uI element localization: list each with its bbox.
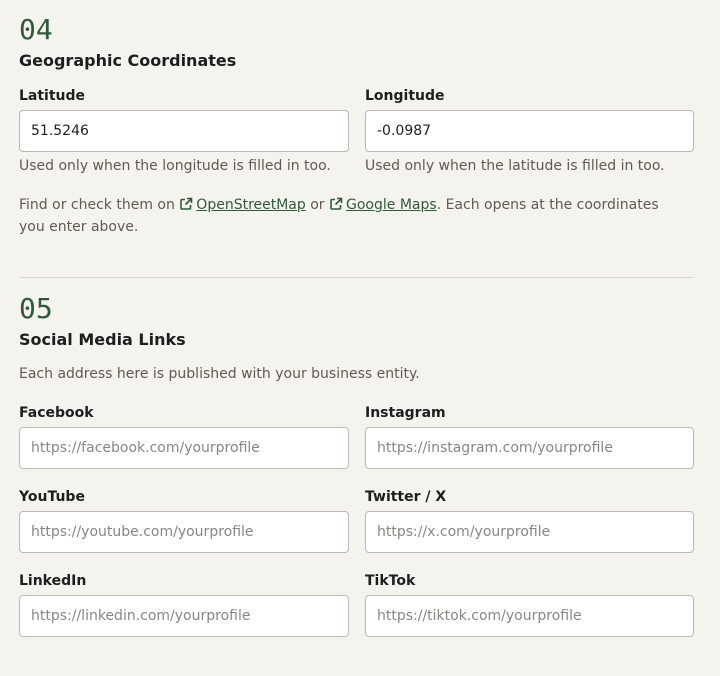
instagram-label: Instagram (365, 405, 446, 421)
instagram-field: Instagram (365, 403, 694, 469)
social-section: 05 Social Media Links (19, 293, 694, 351)
section-number: 04 (19, 13, 53, 46)
external-link-icon (330, 197, 343, 210)
linkedin-input[interactable] (19, 595, 349, 637)
longitude-label: Longitude (365, 88, 445, 104)
map-finder-text: Find or check them on OpenStreetMap or G… (19, 194, 694, 238)
latitude-label: Latitude (19, 88, 86, 104)
finder-line2: you enter above. (19, 219, 139, 235)
youtube-input[interactable] (19, 511, 349, 553)
twitter-label: Twitter / X (365, 489, 447, 505)
section-title: Social Media Links (19, 330, 186, 349)
linkedin-label: LinkedIn (19, 573, 87, 589)
google-maps-link-label: Google Maps (346, 197, 437, 213)
facebook-label: Facebook (19, 405, 94, 421)
section-number: 05 (19, 292, 53, 325)
longitude-input[interactable] (365, 110, 694, 152)
tiktok-input[interactable] (365, 595, 694, 637)
coordinates-section: 04 Geographic Coordinates (19, 14, 694, 72)
longitude-help: Used only when the latitude is filled in… (365, 158, 665, 174)
youtube-label: YouTube (19, 489, 85, 505)
openstreetmap-link-label: OpenStreetMap (196, 197, 306, 213)
twitter-input[interactable] (365, 511, 694, 553)
facebook-input[interactable] (19, 427, 349, 469)
tiktok-field: TikTok (365, 571, 694, 637)
external-link-icon (180, 197, 193, 210)
section-divider (19, 277, 694, 278)
youtube-field: YouTube (19, 487, 349, 553)
longitude-field: Longitude Used only when the latitude is… (365, 86, 694, 176)
finder-prefix: Find or check them on (19, 197, 180, 213)
section-title: Geographic Coordinates (19, 51, 237, 70)
google-maps-link[interactable]: Google Maps (329, 197, 437, 213)
latitude-help: Used only when the longitude is filled i… (19, 158, 331, 174)
tiktok-label: TikTok (365, 573, 416, 589)
social-description: Each address here is published with your… (19, 366, 420, 382)
openstreetmap-link[interactable]: OpenStreetMap (179, 197, 306, 213)
twitter-field: Twitter / X (365, 487, 694, 553)
latitude-input[interactable] (19, 110, 349, 152)
finder-suffix: . Each opens at the coordinates (436, 197, 659, 213)
finder-middle: or (305, 197, 330, 213)
latitude-field: Latitude Used only when the longitude is… (19, 86, 349, 176)
facebook-field: Facebook (19, 403, 349, 469)
instagram-input[interactable] (365, 427, 694, 469)
linkedin-field: LinkedIn (19, 571, 349, 637)
